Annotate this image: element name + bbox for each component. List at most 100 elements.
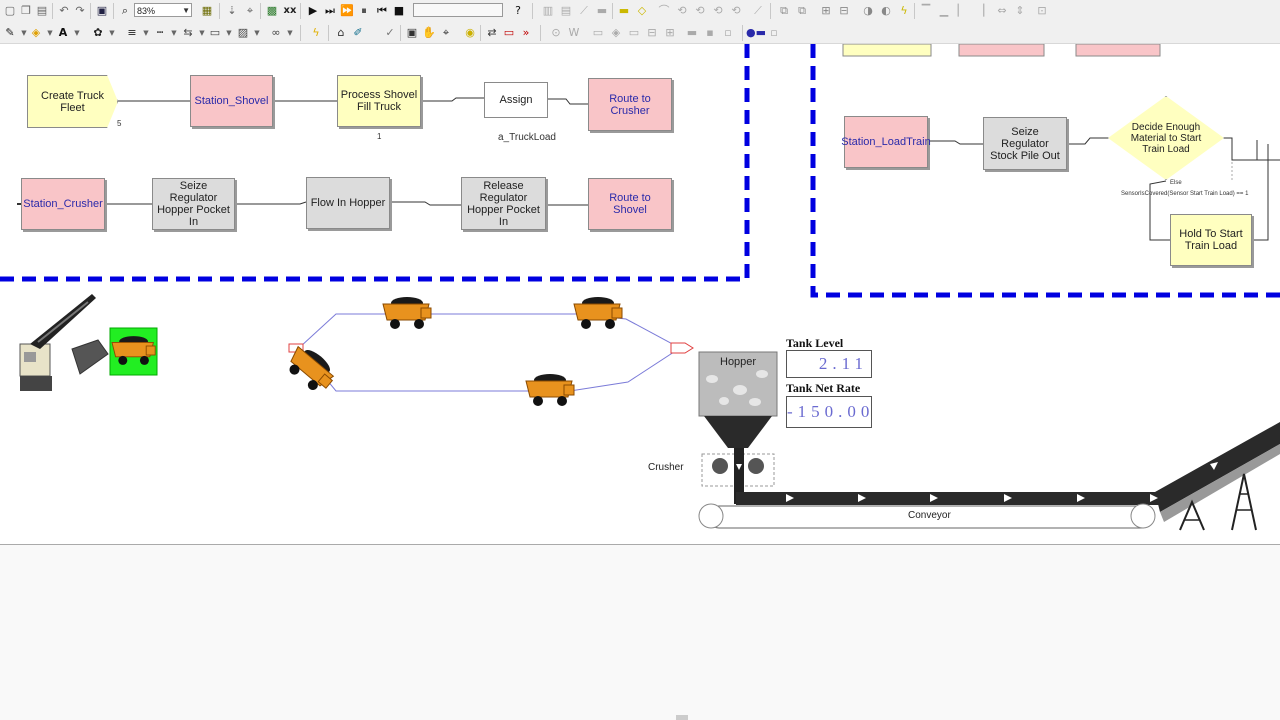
animation-speed-slider[interactable] (413, 3, 503, 17)
new-icon[interactable]: ▢ (2, 3, 18, 19)
parking-icon[interactable]: ▭ (590, 25, 606, 41)
module-label: Station_Crusher (23, 198, 103, 210)
pan-icon[interactable]: ⌖ (438, 25, 454, 41)
align-top-icon[interactable]: ▔ (918, 3, 934, 19)
separator (52, 3, 53, 19)
send-back-icon[interactable]: ⧉ (794, 3, 810, 19)
rotate-icon[interactable]: ◐ (878, 3, 894, 19)
partial-module[interactable] (842, 44, 932, 57)
station-icon[interactable]: ▭ (501, 25, 517, 41)
crusher-label: Crusher (648, 462, 684, 473)
route-icon[interactable]: ⇄ (484, 25, 500, 41)
paste-icon[interactable]: ▤ (34, 3, 50, 19)
check-icon[interactable]: ✓ (382, 25, 398, 41)
partial-module[interactable] (958, 44, 1045, 57)
stop-icon[interactable]: ■ (391, 3, 407, 19)
layers-icon[interactable]: ▦ (199, 3, 215, 19)
zoom-select[interactable]: 83% ▼ (134, 3, 192, 17)
intersection-icon[interactable]: ◈ (608, 25, 624, 41)
hold-module[interactable]: Hold To Start Train Load (1170, 214, 1252, 266)
separator (328, 25, 329, 41)
copy-icon[interactable]: ❐ (18, 3, 34, 19)
group-icon[interactable]: ⊞ (818, 3, 834, 19)
run-icon[interactable]: ▶ (305, 3, 321, 19)
fast-forward-icon[interactable]: ⏩ (339, 3, 355, 19)
view-icon[interactable]: ▣ (94, 3, 110, 19)
bring-front-icon[interactable]: ⧉ (776, 3, 792, 19)
undo-icon[interactable]: ↶ (56, 3, 72, 19)
hand-icon[interactable]: ✋ (421, 25, 437, 41)
seize-module[interactable]: Seize Regulator Hopper Pocket In (152, 178, 235, 230)
partial-module[interactable] (1075, 44, 1161, 57)
scrollbar-thumb[interactable] (676, 715, 688, 720)
transfer-icon[interactable]: ▪ (702, 25, 718, 41)
route-station-marker[interactable] (670, 342, 694, 354)
space-horizontal-icon[interactable]: ⇔ (994, 3, 1010, 19)
segment-icon[interactable]: ▭ (626, 25, 642, 41)
station-module[interactable]: Station_LoadTrain (841, 116, 931, 168)
connector (1149, 180, 1170, 241)
flow-icon[interactable]: ●▬ (746, 25, 766, 41)
chevron-down-icon[interactable]: ▼ (249, 25, 265, 41)
help-icon[interactable]: ? (510, 3, 526, 19)
redo-icon[interactable]: ↷ (72, 3, 88, 19)
edit-icon[interactable]: ✐ (350, 25, 366, 41)
ungroup-icon[interactable]: ⊟ (836, 3, 852, 19)
highlight-icon[interactable]: ▬ (616, 3, 632, 19)
space-vertical-icon[interactable]: ⇕ (1012, 3, 1028, 19)
network-icon[interactable]: ⟋ (750, 3, 766, 19)
step-icon[interactable]: ⏭ (322, 3, 338, 19)
distance-icon[interactable]: ⟲ (728, 3, 744, 19)
snap-icon[interactable]: ⊡ (1034, 3, 1050, 19)
align-right-icon[interactable]: ▕ (972, 3, 988, 19)
chevron-right-icon[interactable]: » (518, 25, 534, 41)
report-icon[interactable]: ▩ (264, 3, 280, 19)
storage-icon[interactable]: ⊙ (548, 25, 564, 41)
arrow-icon[interactable]: ⇣ (224, 3, 240, 19)
chevron-down-icon[interactable]: ▼ (104, 25, 120, 41)
plot-icon[interactable]: ⟋ (576, 3, 592, 19)
xx-icon[interactable]: xx (282, 3, 298, 19)
align-left-icon[interactable]: ▏ (954, 3, 970, 19)
lightning-small-icon[interactable]: ϟ (896, 3, 912, 19)
search-icon[interactable]: ⌖ (242, 3, 258, 19)
release-module[interactable]: Release Regulator Hopper Pocket In (461, 177, 546, 230)
transporter-icon[interactable]: ⟲ (674, 3, 690, 19)
station-module[interactable]: Station_Crusher (21, 178, 105, 230)
highlight-icon[interactable]: ◉ (462, 25, 478, 41)
level-icon[interactable]: ▬ (594, 3, 610, 19)
chart-icon[interactable]: ▥ (540, 3, 556, 19)
model-canvas[interactable]: Create Truck Fleet 5 Station_Shovel Proc… (0, 44, 1280, 544)
seize-icon[interactable]: W (566, 25, 582, 41)
pause-icon[interactable]: ⏸ (356, 3, 372, 19)
route-module[interactable]: Route to Shovel (588, 178, 672, 230)
select-icon[interactable]: ▣ (404, 25, 420, 41)
tank-icon[interactable]: ▫ (766, 25, 782, 41)
create-module[interactable]: Create Truck Fleet (27, 75, 118, 128)
conveyor-icon[interactable]: ▬ (684, 25, 700, 41)
chevron-down-icon[interactable]: ▼ (282, 25, 298, 41)
align-bottom-icon[interactable]: ▁ (936, 3, 952, 19)
open-icon[interactable]: ⌂ (333, 25, 349, 41)
standard-toolbar: ▢ ❐ ▤ ↶ ↷ ▣ ⌕ 83% ▼ ▦ ⇣ ⌖ ▩ xx ▶ ⏭ ⏩ ⏸ ⏮… (0, 0, 1280, 23)
network-icon[interactable]: ⊞ (662, 25, 678, 41)
zoom-icon[interactable]: ⌕ (117, 3, 133, 19)
junction-icon[interactable]: ▫ (720, 25, 736, 41)
assign-module[interactable]: Assign (484, 82, 548, 118)
flip-icon[interactable]: ◑ (860, 3, 876, 19)
separator (914, 3, 915, 19)
seize-module[interactable]: Seize Regulator Stock Pile Out (983, 117, 1067, 170)
histogram-icon[interactable]: ▤ (558, 3, 574, 19)
flow-module[interactable]: Flow In Hopper (306, 177, 390, 229)
distance-icon[interactable]: ⊟ (644, 25, 660, 41)
go-to-start-icon[interactable]: ⏮ (374, 3, 390, 19)
lightning-icon[interactable]: ϟ (308, 25, 324, 41)
station-module[interactable]: Station_Shovel (190, 75, 273, 127)
queue-icon[interactable]: ◇ (634, 3, 650, 19)
process-module[interactable]: Process Shovel Fill Truck (337, 75, 421, 127)
chevron-down-icon[interactable]: ▼ (69, 25, 85, 41)
path-icon[interactable]: ⟲ (692, 3, 708, 19)
link-icon[interactable]: ⌒ (656, 3, 672, 19)
segment-icon[interactable]: ⟲ (710, 3, 726, 19)
route-module[interactable]: Route to Crusher (588, 78, 672, 131)
